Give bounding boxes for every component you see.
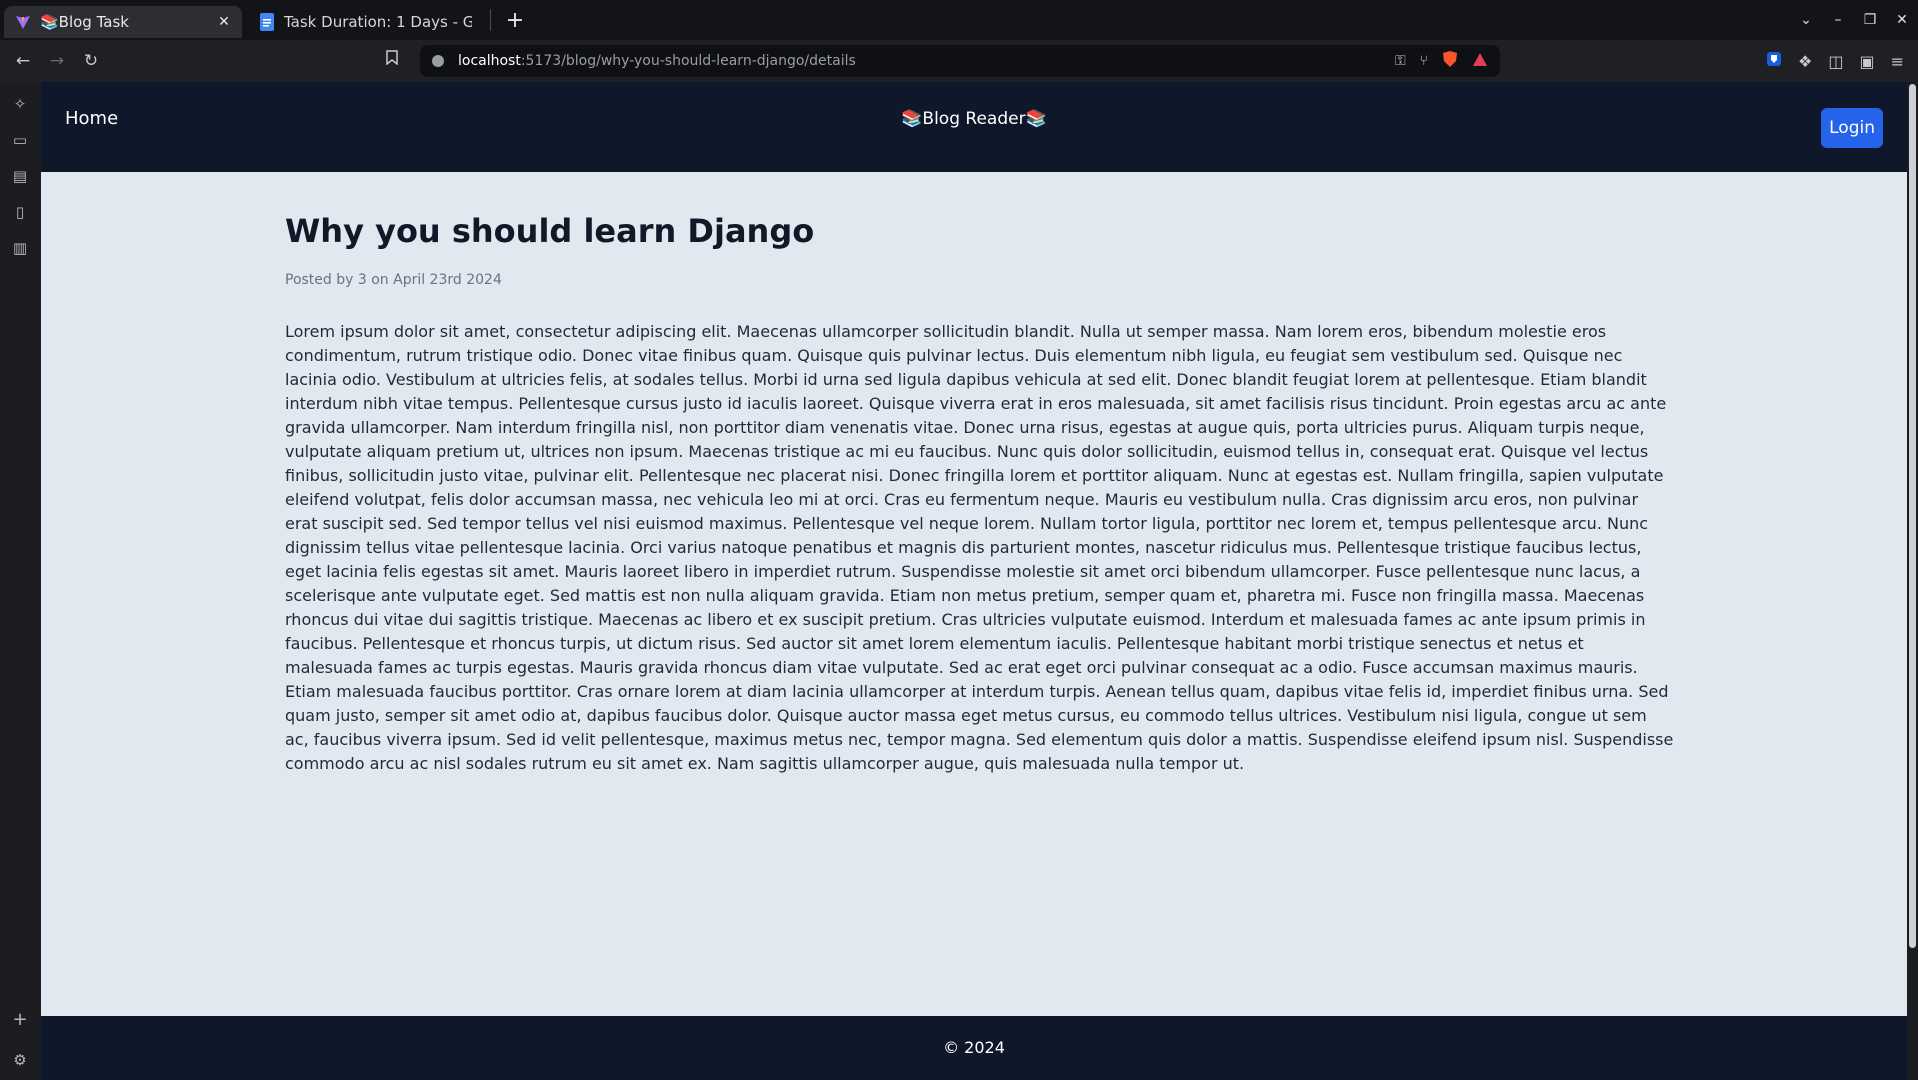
- site-footer: © 2024: [41, 1016, 1907, 1080]
- window-controls: ⌄ – ❐ ✕: [1790, 0, 1918, 40]
- tab-blog-task[interactable]: 📚Blog Task ✕: [4, 6, 242, 38]
- browser-tab-bar: 📚Blog Task ✕ Task Duration: 1 Days - Goo…: [0, 0, 1918, 40]
- vite-logo-icon: [14, 13, 32, 31]
- article-title: Why you should learn Django: [285, 212, 815, 250]
- tab-title: 📚Blog Task: [40, 13, 129, 31]
- url-host: localhost: [458, 53, 521, 69]
- key-icon[interactable]: ⚿: [1395, 53, 1406, 69]
- page-scrollbar[interactable]: [1907, 82, 1918, 1080]
- scrollbar-thumb[interactable]: [1909, 84, 1916, 948]
- sidebar-settings-icon[interactable]: ⚙: [10, 1050, 30, 1070]
- article: Why you should learn Django Posted by 3 …: [285, 212, 1675, 792]
- reload-icon[interactable]: ↻: [74, 51, 108, 71]
- bookmark-icon[interactable]: [386, 50, 398, 69]
- back-icon[interactable]: ←: [6, 51, 40, 71]
- browser-sidebar: ✧ ▭ ▤ ▯ ▥ + ⚙: [0, 82, 41, 1080]
- tab-search-icon[interactable]: ⌄: [1790, 12, 1822, 28]
- extensions-icon[interactable]: ❖: [1798, 52, 1812, 71]
- restore-icon[interactable]: ❐: [1854, 12, 1886, 28]
- article-meta: Posted by 3 on April 23rd 2024: [285, 272, 502, 288]
- site-header: Home 📚Blog Reader📚 Login: [41, 82, 1907, 172]
- url-path: :5173/blog/why-you-should-learn-django/d…: [520, 53, 856, 69]
- leo-ai-icon[interactable]: ✧: [10, 94, 30, 114]
- tab-task-duration[interactable]: Task Duration: 1 Days - Goo: [248, 6, 482, 38]
- bookmarks-sidebar-icon[interactable]: ▯: [10, 202, 30, 222]
- reading-list-icon[interactable]: ▥: [10, 238, 30, 258]
- minimize-icon[interactable]: –: [1822, 12, 1854, 28]
- tab-title: Task Duration: 1 Days - Goo: [284, 13, 472, 31]
- page-viewport: Home 📚Blog Reader📚 Login Why you should …: [41, 82, 1907, 1080]
- wallet-sidebar-icon[interactable]: ▤: [10, 166, 30, 186]
- site-brand: 📚Blog Reader📚: [901, 109, 1047, 129]
- add-sidebar-item-icon[interactable]: +: [10, 1010, 30, 1030]
- new-tab-button[interactable]: +: [503, 8, 527, 33]
- sidebar-toggle-icon[interactable]: ◫: [1828, 52, 1843, 71]
- menu-icon[interactable]: ≡: [1891, 52, 1904, 71]
- video-icon[interactable]: ▭: [10, 130, 30, 150]
- wallet-icon[interactable]: ▣: [1859, 52, 1874, 71]
- login-button[interactable]: Login: [1821, 108, 1883, 148]
- share-icon[interactable]: ⑂: [1420, 53, 1428, 69]
- browser-toolbar: ← → ↻ localhost:5173/blog/why-you-should…: [0, 40, 1918, 82]
- extensions-area: ❖ ◫ ▣ ≡: [1766, 40, 1904, 82]
- close-window-icon[interactable]: ✕: [1886, 12, 1918, 28]
- bitwarden-icon[interactable]: [1766, 51, 1782, 71]
- article-body: Lorem ipsum dolor sit amet, consectetur …: [285, 322, 1674, 773]
- close-tab-icon[interactable]: ✕: [216, 14, 232, 30]
- google-docs-icon: [258, 13, 276, 31]
- address-bar[interactable]: localhost:5173/blog/why-you-should-learn…: [420, 45, 1500, 77]
- tab-separator: [490, 9, 491, 31]
- brave-shields-icon[interactable]: [1442, 50, 1458, 72]
- forward-icon[interactable]: →: [40, 51, 74, 71]
- brave-rewards-icon[interactable]: [1472, 52, 1488, 71]
- site-info-icon[interactable]: [432, 55, 444, 67]
